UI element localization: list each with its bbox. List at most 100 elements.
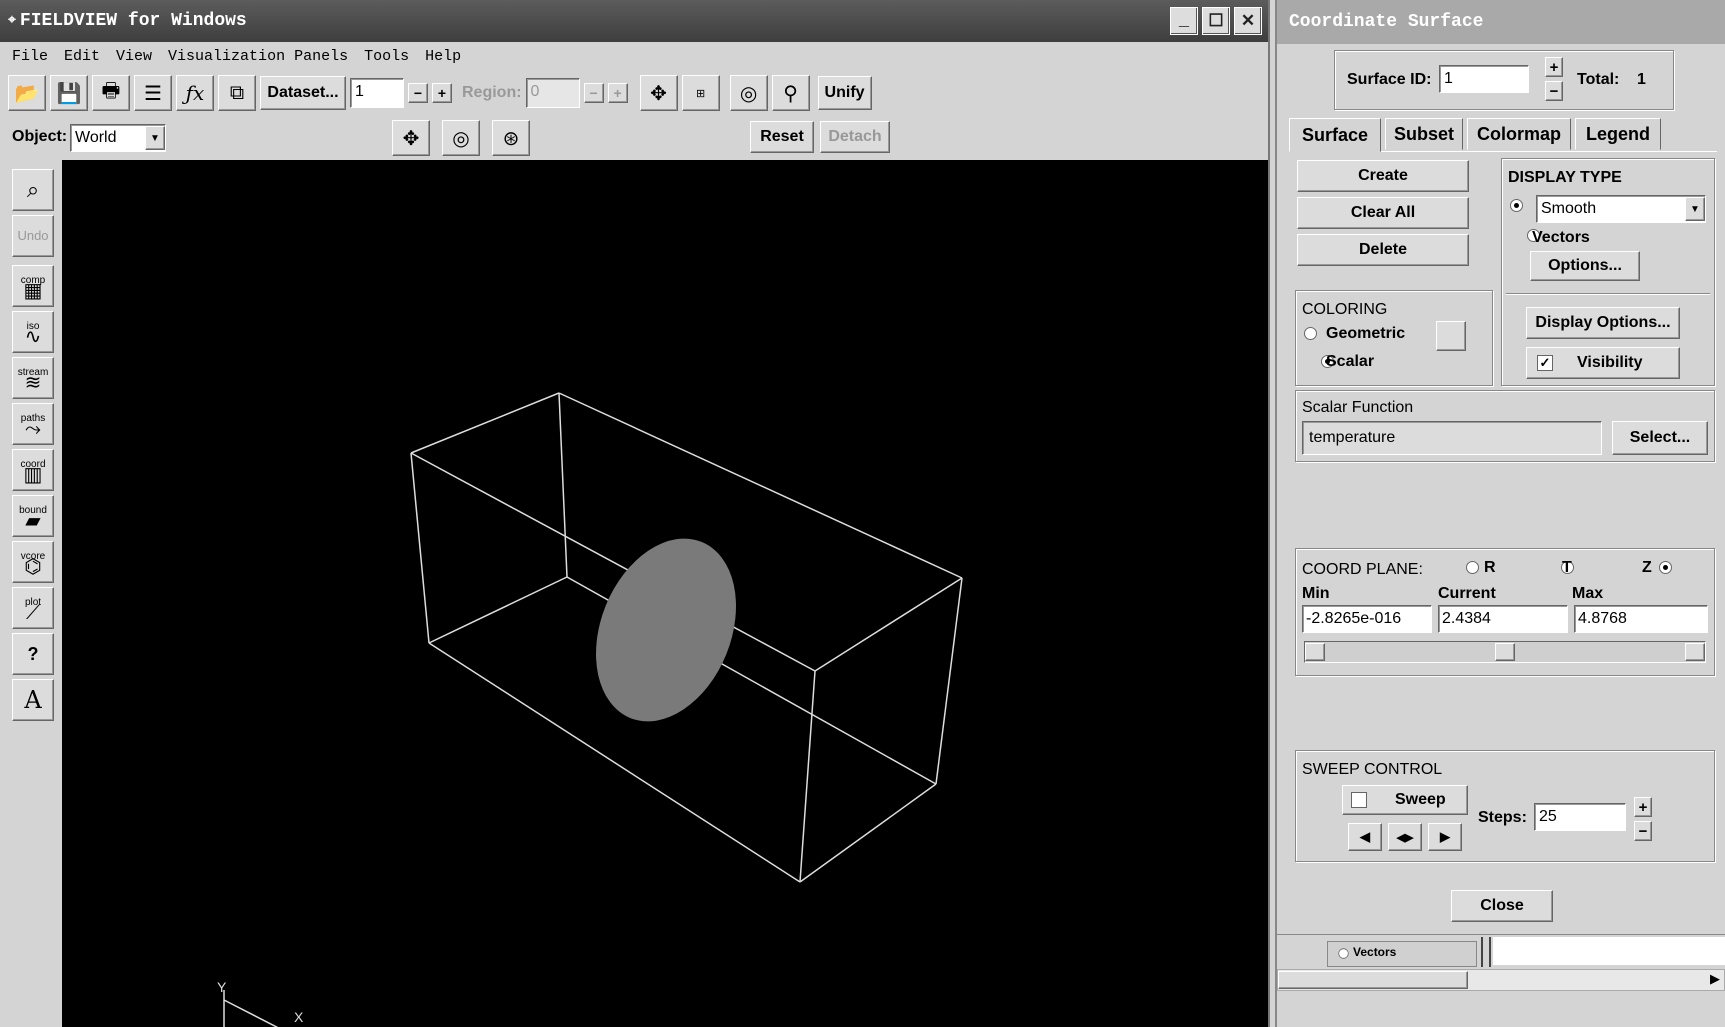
visibility-toggle[interactable]: ✓ Visibility [1526, 347, 1680, 379]
surface-id-increment-button[interactable]: + [1545, 57, 1563, 77]
background-scrollbar: ▶ [1277, 969, 1725, 991]
region-increment-button[interactable]: + [607, 83, 628, 103]
max-input[interactable]: 4.8768 [1574, 605, 1708, 633]
bound-icon[interactable]: bound ▰ [12, 495, 54, 537]
steps-decrement-button[interactable]: − [1634, 821, 1652, 841]
function-icon[interactable]: ƒx [176, 75, 214, 111]
tab-subset[interactable]: Subset [1385, 118, 1463, 150]
current-input[interactable]: 2.4384 [1438, 605, 1568, 633]
sweep-both-button[interactable]: ◀▶ [1388, 823, 1422, 851]
vcore-icon[interactable]: vcore ⌬ [12, 541, 54, 583]
scalar-function-field[interactable]: temperature [1302, 421, 1602, 455]
copy-icon[interactable]: ⧉ [218, 75, 256, 111]
visibility-checkbox[interactable]: ✓ [1537, 355, 1553, 371]
comp-icon[interactable]: comp ▦ [12, 265, 54, 307]
chevron-down-icon[interactable]: ▼ [1685, 197, 1705, 221]
save-icon[interactable]: 💾 [50, 75, 88, 111]
close-button[interactable]: Close [1451, 890, 1553, 922]
min-input[interactable]: -2.8265e-016 [1302, 605, 1432, 633]
surface-id-input[interactable]: 1 [1439, 65, 1529, 93]
create-button[interactable]: Create [1297, 160, 1469, 192]
steps-input[interactable]: 25 [1534, 803, 1626, 831]
sweep-back-button[interactable]: ◀ [1348, 823, 1382, 851]
query-icon[interactable]: ? [12, 633, 54, 675]
transform-icon[interactable]: ✥ [639, 75, 678, 111]
zoom-icon[interactable]: ⊛ [492, 120, 530, 156]
tab-legend[interactable]: Legend [1575, 118, 1661, 150]
panel-title: Coordinate Surface [1289, 12, 1484, 32]
geometric-color-swatch[interactable] [1436, 321, 1466, 351]
select-button[interactable]: Select... [1612, 421, 1708, 455]
close-window-button[interactable]: ✕ [1234, 7, 1262, 35]
surface-id-decrement-button[interactable]: − [1545, 81, 1563, 101]
object-select-value: World [75, 129, 117, 146]
steps-increment-button[interactable]: + [1634, 797, 1652, 817]
probe-icon[interactable]: ⌕ [12, 169, 54, 211]
minimize-button[interactable]: _ [1170, 7, 1198, 35]
scalar-function-group: Scalar Function temperature Select... [1295, 390, 1715, 462]
dataset-button[interactable]: Dataset... [260, 76, 346, 110]
tab-colormap[interactable]: Colormap [1467, 118, 1571, 150]
iso-icon[interactable]: iso ∿ [12, 311, 54, 353]
sweep-checkbox[interactable] [1351, 792, 1367, 808]
region-decrement-button[interactable]: − [583, 83, 604, 103]
coord-z-radio[interactable] [1658, 561, 1672, 574]
delete-button[interactable]: Delete [1297, 234, 1469, 266]
coord-slider-thumb[interactable] [1495, 643, 1515, 661]
menu-edit[interactable]: Edit [64, 48, 100, 65]
print-icon[interactable]: 🖶 [92, 75, 130, 111]
menu-view[interactable]: View [116, 48, 152, 65]
sweep-toggle[interactable]: Sweep [1342, 785, 1468, 815]
object-bar: Object: World ▼ ✥ ◎ ⊛ Reset Detach [0, 118, 900, 158]
globe-icon[interactable]: ◎ [729, 75, 768, 111]
smooth-select[interactable]: Smooth ▼ [1536, 195, 1706, 223]
smooth-select-value: Smooth [1541, 200, 1597, 217]
main-toolbar: 📂 💾 🖶 ☰ ƒx ⧉ Dataset... 1 − + Region: 0 … [8, 72, 913, 114]
menu-file[interactable]: File [12, 48, 48, 65]
move-icon[interactable]: ✥ [392, 120, 430, 156]
dataset-decrement-button[interactable]: − [408, 83, 428, 103]
undo-button[interactable]: Undo [12, 215, 54, 257]
maximize-button[interactable]: ☐ [1202, 7, 1230, 35]
dataset-increment-button[interactable]: + [432, 83, 452, 103]
slider-min-stop [1305, 643, 1325, 661]
matrix-icon[interactable]: ⊞ [681, 75, 720, 111]
plot-icon[interactable]: plot ⟋ [12, 587, 54, 629]
display-divider [1506, 293, 1710, 295]
chevron-down-icon[interactable]: ▼ [145, 126, 165, 150]
coord-icon[interactable]: coord ▥ [12, 449, 54, 491]
probe-tool-icon[interactable]: ⚲ [771, 75, 810, 111]
object-label: Object: [12, 128, 68, 145]
sweep-forward-button[interactable]: ▶ [1428, 823, 1462, 851]
display-type-title: DISPLAY TYPE [1508, 169, 1622, 186]
stream-icon[interactable]: stream ≋ [12, 357, 54, 399]
paths-icon[interactable]: paths ⤳ [12, 403, 54, 445]
smooth-radio[interactable] [1510, 199, 1523, 212]
reset-button[interactable]: Reset [750, 121, 814, 153]
text-tool-icon[interactable]: A [12, 679, 54, 721]
coord-r-radio[interactable] [1466, 561, 1479, 574]
coord-plane-title: COORD PLANE: [1302, 561, 1423, 578]
scalar-label: Scalar [1326, 353, 1375, 370]
tab-surface[interactable]: Surface [1289, 118, 1381, 152]
menu-tools[interactable]: Tools [364, 48, 409, 65]
display-options-button[interactable]: Display Options... [1526, 307, 1680, 339]
rotate-icon[interactable]: ◎ [442, 120, 480, 156]
open-file-icon[interactable]: 📂 [8, 75, 46, 111]
detach-button[interactable]: Detach [820, 121, 890, 153]
menu-help[interactable]: Help [425, 48, 461, 65]
dataset-input[interactable]: 1 [350, 78, 404, 108]
geometric-radio[interactable] [1304, 327, 1317, 340]
menu-visualization-panels[interactable]: Visualization Panels [168, 48, 348, 65]
list-icon[interactable]: ☰ [134, 75, 172, 111]
clear-all-button[interactable]: Clear All [1297, 197, 1469, 229]
unify-button[interactable]: Unify [817, 76, 872, 110]
region-input[interactable]: 0 [525, 78, 580, 108]
coord-slider-track[interactable] [1304, 641, 1706, 663]
menu-bar: File Edit View Visualization Panels Tool… [0, 42, 1268, 70]
current-label: Current [1438, 585, 1496, 602]
options-button[interactable]: Options... [1530, 251, 1640, 281]
object-select[interactable]: World ▼ [70, 124, 166, 152]
total-value: 1 [1637, 71, 1646, 88]
3d-viewport[interactable]: Y X [62, 160, 1268, 1027]
